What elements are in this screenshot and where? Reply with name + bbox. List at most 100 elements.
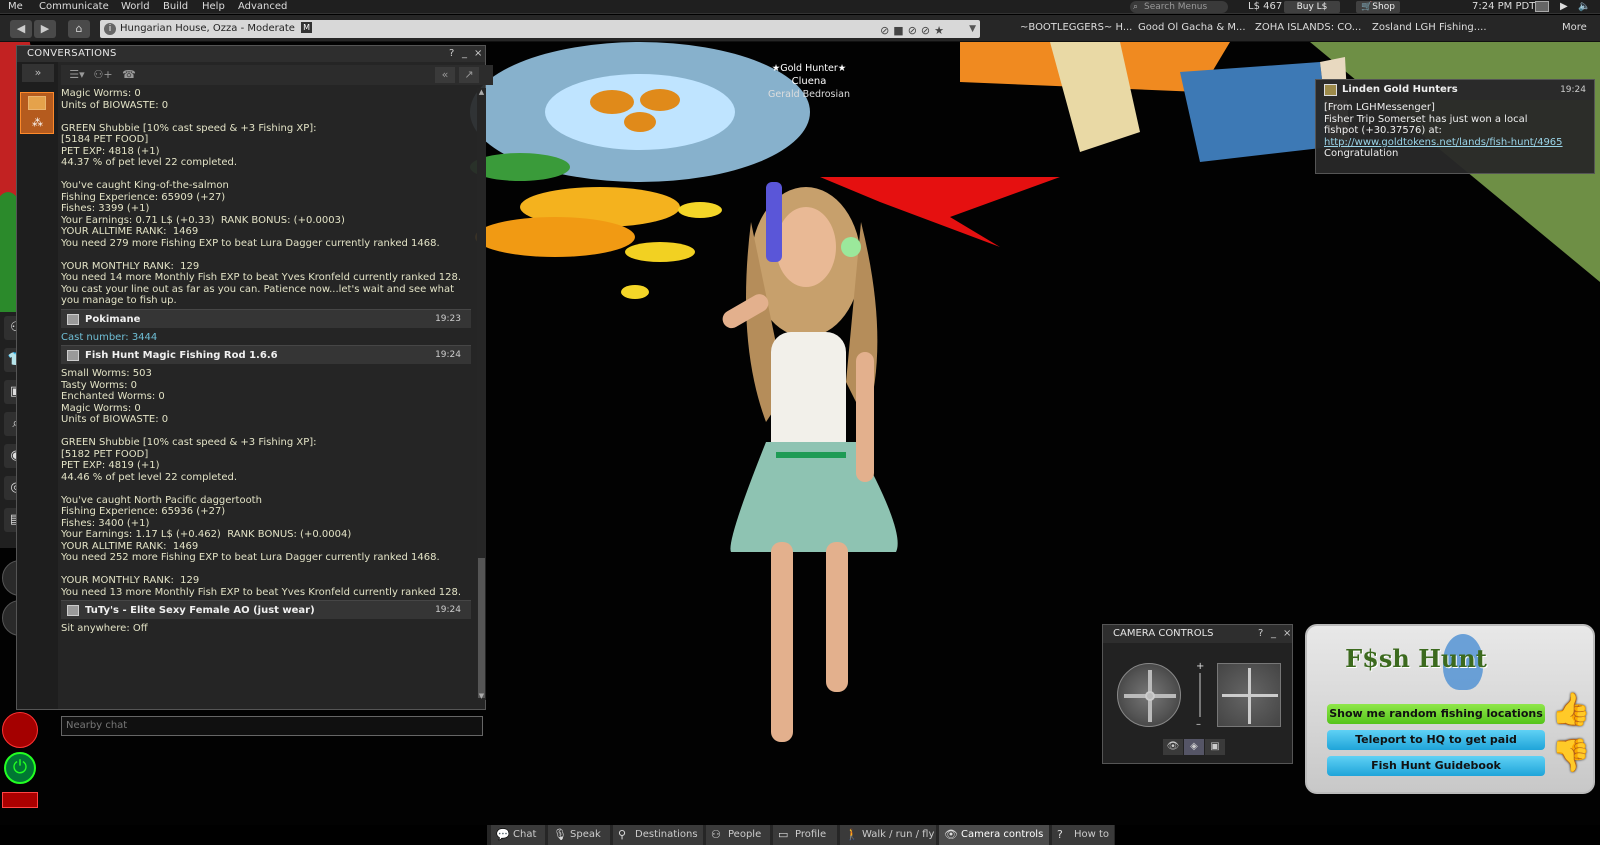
- speak-button[interactable]: 🎙 Speak: [548, 825, 610, 845]
- camera-zoom-slider[interactable]: + –: [1194, 661, 1206, 730]
- close-button[interactable]: ×: [474, 46, 483, 62]
- home-icon[interactable]: ⌂: [68, 20, 90, 38]
- menu-communicate[interactable]: Communicate: [39, 0, 109, 14]
- nearby-chat-tab[interactable]: ⁂: [20, 92, 54, 134]
- favorite-1[interactable]: ~BOOTLEGGERS~ H...: [1020, 22, 1132, 33]
- nearby-chat-input[interactable]: Nearby chat: [61, 716, 483, 736]
- tear-off-icon[interactable]: ↗: [459, 67, 479, 83]
- destinations-button[interactable]: ⚲ Destinations: [613, 825, 703, 845]
- options-menu-icon[interactable]: ☰▾: [65, 67, 89, 83]
- block1-line: You cast your line out as far as you can…: [61, 283, 455, 295]
- destinations-label: Destinations: [635, 829, 698, 840]
- volume-icon[interactable]: 🔈: [1578, 0, 1590, 14]
- chat-scrollbar[interactable]: ▲ ▼: [477, 88, 486, 700]
- block2-line: Small Worms: 503: [61, 368, 152, 379]
- teleport-hq-button[interactable]: Teleport to HQ to get paid: [1327, 730, 1545, 750]
- eye-icon[interactable]: 👁: [1163, 739, 1183, 755]
- menu-advanced[interactable]: Advanced: [238, 0, 287, 14]
- how-to-button[interactable]: ? How to: [1052, 825, 1114, 845]
- people-icon: ⚇: [711, 828, 721, 841]
- monitor-icon[interactable]: [1535, 1, 1549, 12]
- profile-label: Profile: [795, 829, 827, 840]
- back-arrow-icon[interactable]: ◀: [10, 20, 32, 38]
- walk-icon: 🚶: [845, 828, 859, 841]
- thumbs-up-icon[interactable]: 👍: [1551, 690, 1591, 728]
- hud-red-bar[interactable]: [2, 792, 38, 808]
- zoom-in-icon[interactable]: +: [1196, 661, 1204, 672]
- chat-history: Magic Worms: 0 Units of BIOWASTE: 0 GREEN …: [61, 88, 471, 700]
- camera-controls-button[interactable]: 👁 Camera controls: [939, 825, 1049, 845]
- chevron-down-icon[interactable]: ▼: [969, 20, 976, 38]
- search-menus-input[interactable]: ⌕ Search Menus: [1130, 1, 1228, 13]
- scroll-up-icon[interactable]: ▲: [478, 88, 485, 96]
- minimize-button[interactable]: _: [462, 46, 467, 62]
- camera-title: CAMERA CONTROLS: [1113, 628, 1214, 639]
- tuty-ao-header[interactable]: TuTy's - Elite Sexy Female AO (just wear…: [61, 600, 471, 619]
- favorite-2[interactable]: Good Ol Gacha & M...: [1138, 22, 1246, 33]
- camera-orbit-control[interactable]: [1117, 663, 1181, 727]
- forward-arrow-icon[interactable]: ▶: [34, 20, 56, 38]
- menu-help[interactable]: Help: [202, 0, 225, 14]
- fishing-rod-sender[interactable]: Fish Hunt Magic Fishing Rod 1.6.6: [85, 350, 278, 361]
- toast-body: [From LGHMessenger] Fisher Trip Somerset…: [1324, 102, 1589, 160]
- collapse-icon[interactable]: «: [435, 67, 455, 83]
- balance[interactable]: L$ 467: [1248, 0, 1282, 14]
- block1-line: You need 279 more Fishing EXP to beat Lu…: [61, 237, 440, 249]
- power-icon[interactable]: ⏻: [4, 752, 36, 784]
- camera-icon: 👁: [944, 828, 958, 841]
- chat-button[interactable]: 💬 Chat: [491, 825, 545, 845]
- walk-run-fly-button[interactable]: 🚶 Walk / run / fly: [840, 825, 936, 845]
- tuty-ao-sender[interactable]: TuTy's - Elite Sexy Female AO (just wear…: [85, 605, 315, 616]
- block1-line: [61, 249, 471, 261]
- avatar-figure[interactable]: [676, 142, 946, 782]
- pokimane-header[interactable]: Pokimane 19:23: [61, 308, 471, 328]
- nearby-chat-placeholder: Nearby chat: [66, 720, 128, 731]
- group-notice-toast[interactable]: Linden Gold Hunters 19:24 [From LGHMesse…: [1315, 79, 1595, 174]
- walk-label: Walk / run / fly: [862, 829, 935, 840]
- fishing-rod-header[interactable]: Fish Hunt Magic Fishing Rod 1.6.6 19:24: [61, 345, 471, 364]
- favorite-4[interactable]: Zosland LGH Fishing....: [1372, 22, 1487, 33]
- camera-close-button[interactable]: ×: [1283, 625, 1291, 643]
- camera-help-button[interactable]: ?: [1258, 625, 1263, 643]
- zoom-out-icon[interactable]: –: [1196, 719, 1201, 730]
- menu-me[interactable]: Me: [8, 0, 23, 14]
- block1-line: You need 14 more Monthly Fish EXP to bea…: [61, 272, 461, 283]
- people-button[interactable]: ⚇ People: [706, 825, 770, 845]
- block1-line: [61, 169, 471, 181]
- shop-label: Shop: [1372, 2, 1395, 12]
- camera-pan-control[interactable]: [1217, 663, 1281, 727]
- camera-title-bar[interactable]: CAMERA CONTROLS ? _ ×: [1103, 625, 1292, 643]
- camera-minimize-button[interactable]: _: [1271, 625, 1276, 643]
- expand-icon[interactable]: »: [22, 64, 54, 82]
- thumbs-down-icon[interactable]: 👎: [1551, 736, 1591, 774]
- block2-line: Units of BIOWASTE: 0: [61, 414, 169, 425]
- favorite-3[interactable]: ZOHA ISLANDS: CO...: [1255, 22, 1361, 33]
- guidebook-button[interactable]: Fish Hunt Guidebook: [1327, 756, 1545, 776]
- menu-world[interactable]: World: [121, 0, 150, 14]
- hud-red-orb[interactable]: [2, 712, 38, 748]
- random-fishing-locations-button[interactable]: Show me random fishing locations: [1327, 704, 1545, 724]
- scroll-down-icon[interactable]: ▼: [478, 692, 485, 700]
- play-icon[interactable]: ▶: [1560, 0, 1568, 14]
- profile-button[interactable]: ▭ Profile: [773, 825, 837, 845]
- buy-linden-button[interactable]: Buy L$: [1284, 1, 1340, 13]
- conversations-title-bar[interactable]: CONVERSATIONS ? _ ×: [17, 46, 485, 62]
- menu-build[interactable]: Build: [163, 0, 188, 14]
- location-input[interactable]: i Hungarian House, Ozza - Moderate M ⊘■⊘…: [100, 20, 980, 38]
- pokimane-sender[interactable]: Pokimane: [85, 314, 140, 325]
- parcel-property-icons: ⊘■⊘⊘★: [880, 24, 948, 37]
- chat-label: Chat: [513, 829, 537, 840]
- camera-presets-icon[interactable]: ▣: [1205, 739, 1225, 755]
- add-person-icon[interactable]: ⚇+: [91, 67, 115, 83]
- info-icon[interactable]: i: [104, 23, 116, 35]
- object-view-icon[interactable]: ◈: [1184, 739, 1204, 755]
- toast-link[interactable]: http://www.goldtokens.net/lands/fish-hun…: [1324, 137, 1563, 148]
- scroll-thumb[interactable]: [478, 558, 485, 698]
- favorites-more-button[interactable]: More: [1562, 22, 1587, 33]
- call-icon[interactable]: ☎: [119, 67, 139, 83]
- toast-line-2: Fisher Trip Somerset has just won a loca…: [1324, 113, 1528, 125]
- destinations-icon: ⚲: [618, 828, 627, 841]
- block2-line: [5182 PET FOOD]: [61, 448, 149, 460]
- help-button[interactable]: ?: [449, 46, 455, 62]
- shop-button[interactable]: 🛒Shop: [1356, 1, 1400, 13]
